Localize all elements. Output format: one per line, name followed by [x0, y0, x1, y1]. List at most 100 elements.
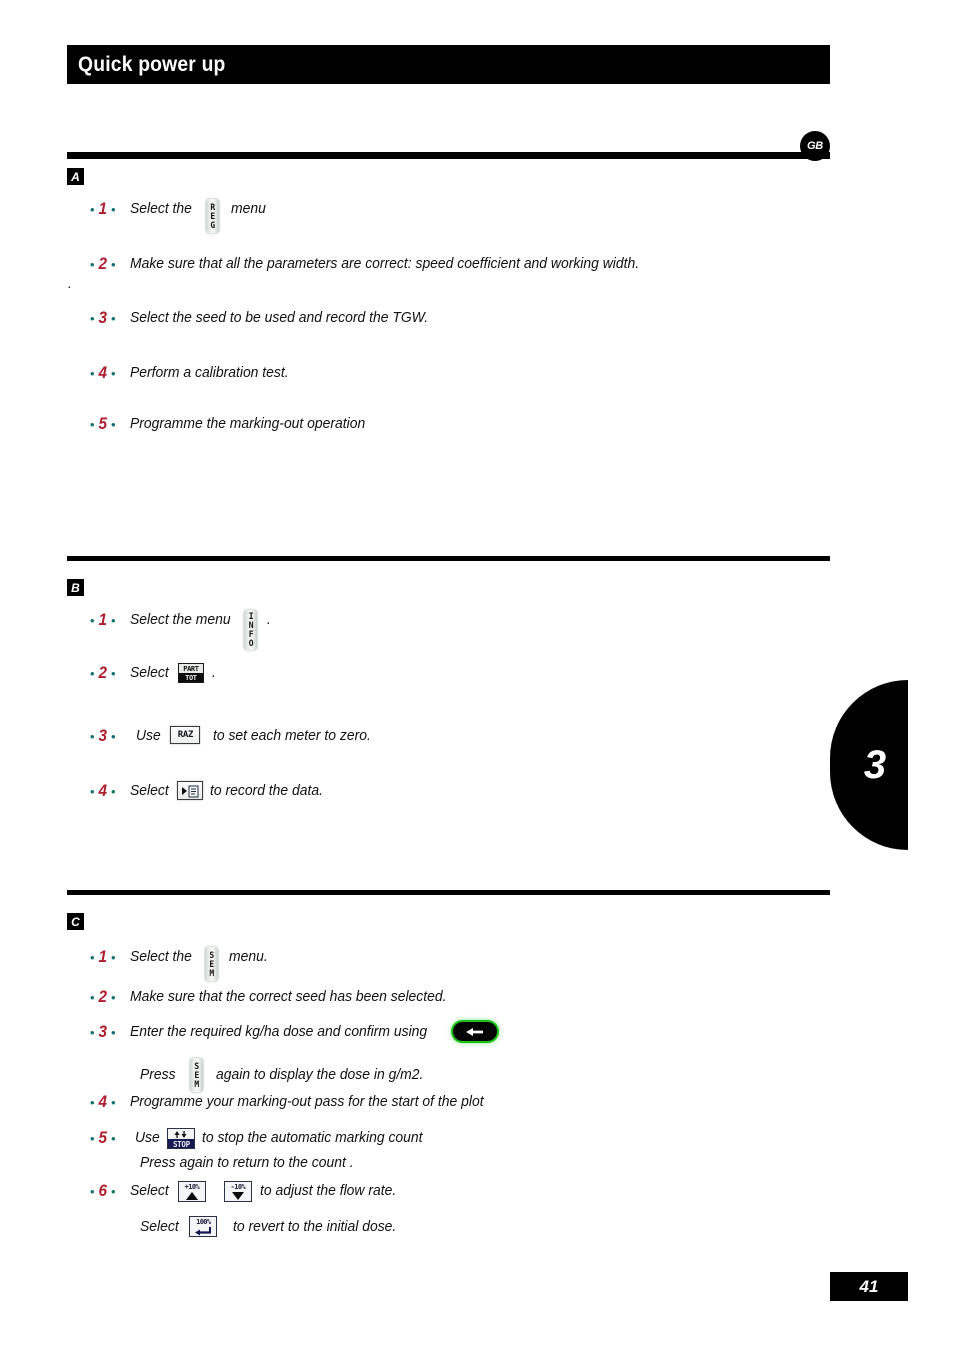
bullet-left-icon: • [90, 613, 95, 628]
plus-10-label: +10% [178, 1182, 205, 1191]
sub-text-after: again to display the dose in g/m2. [216, 1067, 424, 1083]
item-text: Select the seed to be used and record th… [129, 310, 428, 326]
language-badge: GB [800, 131, 830, 161]
bullet-left-icon: • [90, 257, 95, 272]
page-title-bar: Quick power up [67, 45, 830, 84]
list-item: • 4 • Perform a calibration test. [90, 363, 295, 384]
sub-text-after: to revert to the initial dose. [233, 1218, 397, 1235]
bullet-right-icon: • [111, 613, 116, 628]
bullet-right-icon: • [111, 366, 116, 381]
record-data-key-icon[interactable] [176, 781, 203, 800]
item-number: 3 [98, 308, 107, 327]
sub-line: Press S E M again to display the dose in… [140, 1058, 432, 1092]
sub-line: Select 100% to revert to the initial dos… [140, 1216, 403, 1237]
item-text-after: . [211, 665, 216, 681]
section-divider [67, 890, 830, 895]
list-item: • 4 • Select to record the data. [90, 781, 328, 802]
down-triangle-icon [224, 1191, 251, 1201]
bullet-left-icon: • [90, 366, 95, 381]
item-text: Select [129, 665, 169, 681]
bullet-right-icon: • [111, 1095, 116, 1110]
list-item: • 4 • Programme your marking-out pass fo… [90, 1092, 498, 1113]
page-number: 41 [830, 1272, 908, 1301]
reg-key-icon[interactable]: R E G [206, 199, 220, 233]
stray-mark: . [68, 275, 72, 291]
list-item: • 6 • Select +10% -10% to adjust the flo… [90, 1181, 402, 1202]
item-text: Make sure that the correct seed has been… [129, 989, 447, 1005]
item-text: Use [134, 1130, 160, 1146]
item-text-after: to stop the automatic marking count [202, 1130, 423, 1146]
bullet-left-icon: • [90, 729, 95, 744]
item-number: 4 [98, 781, 107, 800]
section-chip-a: A [67, 168, 84, 185]
bullet-left-icon: • [90, 1131, 95, 1146]
item-number: 2 [98, 254, 107, 273]
part-tot-key-icon[interactable]: PART TOT [177, 663, 204, 683]
bullet-left-icon: • [90, 990, 95, 1005]
bullet-right-icon: • [111, 417, 116, 432]
sub-text: Select [140, 1218, 179, 1235]
item-number: 6 [98, 1181, 107, 1200]
item-text: Select the [129, 949, 192, 965]
bullet-left-icon: • [90, 1025, 95, 1040]
enter-arrow-icon [466, 1027, 484, 1036]
bullet-right-icon: • [111, 1184, 116, 1199]
item-text-after: menu. [229, 949, 268, 965]
sub-line: Press again to return to the count . [140, 1153, 362, 1173]
item-text: Select the [129, 201, 192, 217]
bullet-left-icon: • [90, 417, 95, 432]
bullet-right-icon: • [111, 666, 116, 681]
header-rule [67, 152, 830, 159]
return-arrow-icon [190, 1226, 217, 1236]
item-number: 5 [98, 414, 107, 433]
enter-confirm-key-icon[interactable] [453, 1022, 498, 1041]
item-number: 2 [98, 987, 107, 1006]
item-number: 5 [98, 1128, 107, 1147]
section-chip-b: B [67, 579, 84, 596]
stop-key-icon[interactable]: STOP [167, 1128, 196, 1149]
list-item: • 5 • Programme the marking-out operatio… [90, 414, 375, 435]
item-text: Make sure that all the parameters are co… [129, 256, 639, 272]
item-text-after: to record the data. [209, 783, 323, 799]
chapter-number: 3 [863, 742, 887, 787]
plus-10-percent-key-icon[interactable]: +10% [177, 1181, 206, 1202]
list-item: • 3 • Enter the required kg/ha dose and … [90, 1022, 498, 1043]
minus-10-percent-key-icon[interactable]: -10% [223, 1181, 252, 1202]
item-text-after: . [267, 612, 272, 628]
bullet-left-icon: • [90, 1184, 95, 1199]
list-item: • 3 • Use RAZ to set each meter to zero. [90, 726, 378, 747]
item-text: Select the menu [129, 612, 231, 628]
bullet-left-icon: • [90, 666, 95, 681]
item-text: Enter the required kg/ha dose and confir… [129, 1024, 427, 1040]
bullet-right-icon: • [111, 311, 116, 326]
bullet-right-icon: • [111, 1131, 116, 1146]
bullet-right-icon: • [111, 257, 116, 272]
bullet-right-icon: • [111, 990, 116, 1005]
sem-key-icon[interactable]: S E M [205, 947, 219, 981]
chapter-thumb-tab: 3 [830, 680, 908, 850]
up-triangle-icon [178, 1191, 205, 1201]
list-item: • 2 • Make sure that the correct seed ha… [90, 987, 459, 1008]
stop-arrows-icon [168, 1129, 195, 1139]
item-text: Programme the marking-out operation [129, 416, 365, 432]
info-key-icon[interactable]: I N F O [244, 610, 258, 650]
section-chip-c: C [67, 913, 84, 930]
item-number: 4 [98, 363, 107, 382]
bullet-right-icon: • [111, 729, 116, 744]
list-item: • 3 • Select the seed to be used and rec… [90, 308, 440, 329]
bullet-right-icon: • [111, 202, 116, 217]
raz-key-icon[interactable]: RAZ [170, 726, 201, 744]
item-text: Programme your marking-out pass for the … [129, 1094, 484, 1110]
list-item: • 2 • Select PART TOT . [90, 663, 216, 684]
page-title: Quick power up [78, 52, 226, 76]
sem-key-icon[interactable]: S E M [190, 1058, 204, 1092]
item-text: Use [135, 728, 161, 744]
list-item: • 1 • Select the menu I N F O . [90, 610, 271, 650]
item-number: 1 [98, 610, 107, 629]
bullet-left-icon: • [90, 950, 95, 965]
sub-text: Press [140, 1067, 176, 1083]
hundred-percent-key-icon[interactable]: 100% [189, 1216, 218, 1237]
hundred-percent-label: 100% [190, 1217, 217, 1226]
record-glyph-icon [181, 785, 199, 797]
list-item: • 1 • Select the S E M menu. [90, 947, 269, 981]
